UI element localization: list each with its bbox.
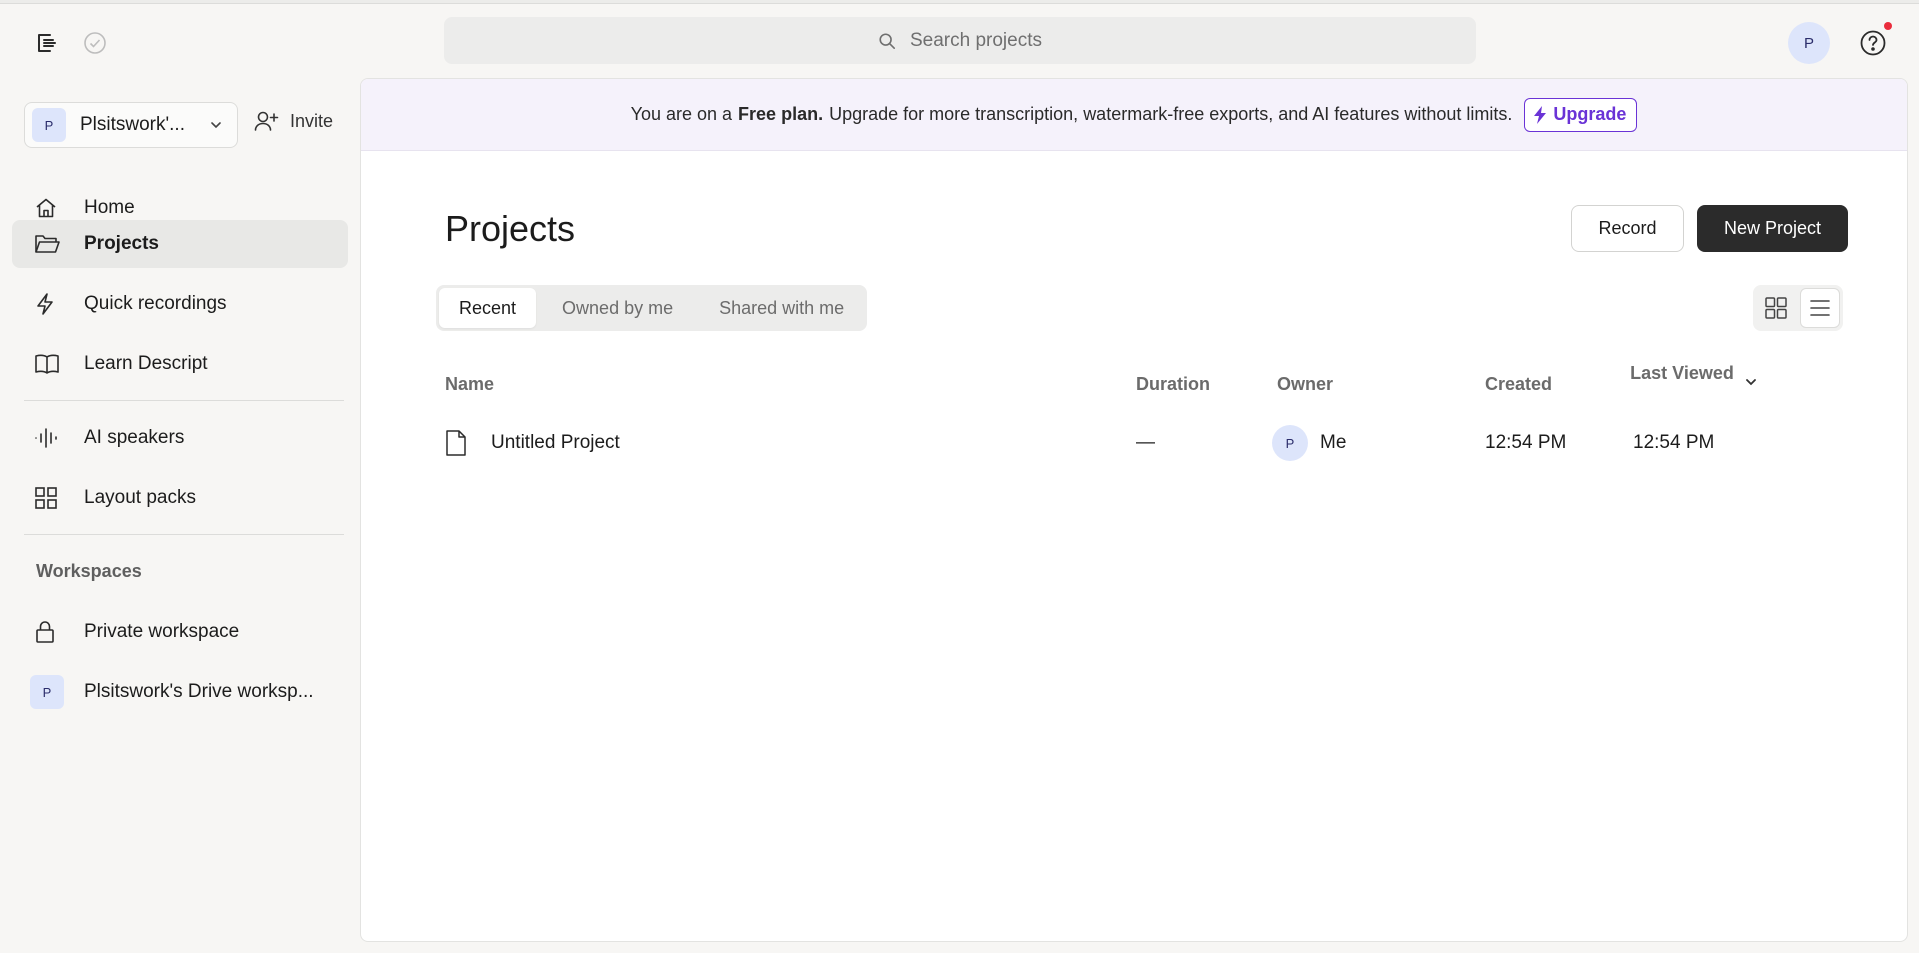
top-bar: Search projects P [0,4,1919,78]
sidebar-item-label: Learn Descript [84,353,208,374]
sort-chevron-down-icon[interactable] [1744,375,1758,394]
project-owner-cell: P Me [1272,421,1346,465]
sidebar-item-private-workspace[interactable]: Private workspace [12,608,348,656]
column-header-name[interactable]: Name [445,374,494,395]
lock-icon [12,620,84,644]
project-last-viewed: 12:54 PM [1633,432,1715,453]
help-icon[interactable] [1857,27,1889,59]
add-user-icon [254,110,280,132]
upgrade-label: Upgrade [1553,104,1627,124]
sidebar: P Plsitswork'... Invite Home Projects Qu… [0,78,360,953]
main-panel: You are on a Free plan. Upgrade for more… [360,78,1908,942]
sidebar-divider [24,534,344,535]
column-header-created[interactable]: Created [1485,374,1552,395]
tab-owned-by-me[interactable]: Owned by me [542,288,693,328]
workspace-avatar-slot: P [12,675,84,709]
column-header-last-viewed[interactable]: Last Viewed [1628,361,1736,385]
workspace-name: Plsitswork'... [80,114,185,135]
search-icon [878,32,896,50]
bolt-icon [12,292,84,316]
grid-icon [12,486,84,510]
table-row[interactable]: Untitled Project — P Me 12:54 PM 12:54 P… [445,421,1845,465]
sidebar-item-label: Quick recordings [84,293,227,314]
banner-prefix: You are on a [630,104,733,124]
notification-dot [1884,22,1892,30]
project-filter-tabs: Recent Owned by me Shared with me [436,285,868,331]
view-toggle [1753,285,1843,331]
invite-button[interactable]: Invite [254,110,333,132]
banner-plan: Free plan. [738,104,824,124]
project-owner: Me [1320,432,1347,453]
document-icon [445,430,467,456]
sync-status-icon [82,30,108,56]
column-header-owner[interactable]: Owner [1277,374,1333,395]
upgrade-button[interactable]: Upgrade [1524,97,1638,132]
tab-shared-with-me[interactable]: Shared with me [699,288,864,328]
workspace-avatar: P [32,108,66,142]
sidebar-item-learn-descript[interactable]: Learn Descript [12,340,348,388]
sidebar-item-label: Private workspace [84,621,240,642]
sidebar-divider [24,400,344,401]
search-bar[interactable]: Search projects [444,17,1476,64]
sidebar-item-projects[interactable]: Projects [12,220,348,268]
project-duration: — [1136,432,1155,453]
chevron-down-icon [209,118,223,132]
sidebar-item-label: Layout packs [84,487,196,508]
project-name-cell: Untitled Project [445,421,620,465]
sidebar-item-label: Home [84,197,135,218]
sidebar-item-label: Plsitswork's Drive worksp... [84,681,314,702]
list-view-icon[interactable] [1800,288,1840,328]
search-input[interactable]: Search projects [910,30,1042,52]
tab-recent[interactable]: Recent [439,288,537,328]
descript-menu-icon[interactable] [34,30,60,56]
sidebar-item-drive-workspace[interactable]: P Plsitswork's Drive worksp... [12,668,348,716]
home-icon [12,196,84,220]
project-name: Untitled Project [491,432,620,453]
workspace-avatar: P [30,675,64,709]
owner-avatar: P [1272,425,1308,461]
grid-view-icon[interactable] [1756,288,1796,328]
sidebar-item-ai-speakers[interactable]: AI speakers [12,414,348,462]
sidebar-item-label: Projects [84,233,159,254]
invite-label: Invite [290,110,334,131]
waveform-icon [12,426,84,450]
page-title: Projects [445,208,576,249]
banner-message: Upgrade for more transcription, watermar… [829,104,1513,124]
new-project-button[interactable]: New Project [1697,205,1848,252]
folder-icon [12,232,84,256]
sidebar-item-quick-recordings[interactable]: Quick recordings [12,280,348,328]
sidebar-item-layout-packs[interactable]: Layout packs [12,474,348,522]
user-avatar[interactable]: P [1788,22,1830,64]
book-icon [12,352,84,376]
plan-banner: You are on a Free plan. Upgrade for more… [361,79,1907,151]
record-button[interactable]: Record [1571,205,1684,252]
sidebar-item-label: AI speakers [84,427,185,448]
workspaces-heading: Workspaces [36,561,142,581]
workspace-switcher[interactable]: P Plsitswork'... [24,102,238,148]
project-created: 12:54 PM [1485,432,1567,453]
column-header-duration[interactable]: Duration [1136,374,1210,395]
bolt-icon [1533,105,1547,124]
